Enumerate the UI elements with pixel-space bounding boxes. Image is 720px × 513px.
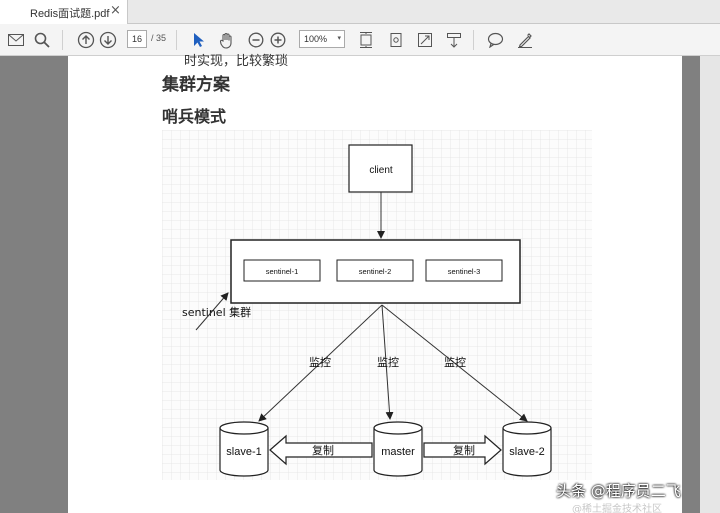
full-screen-icon[interactable] [413,28,437,52]
comment-icon[interactable] [483,28,507,52]
search-icon[interactable] [30,28,54,52]
sentinel-2-label: sentinel-2 [359,267,392,276]
toolbar-divider [176,30,177,50]
tab-title: Redis面试题.pdf [30,8,110,20]
slave-2-label: slave-2 [509,446,544,458]
watermark: 头条 @程序员二飞 [556,482,681,500]
page-total: / 35 [151,33,167,43]
fit-page-icon[interactable] [354,28,378,52]
client-label: client [369,165,393,176]
tab-bar: Redis面试题.pdf × [0,0,720,24]
document-tab[interactable]: Redis面试题.pdf × [0,0,128,24]
sentinel-3-label: sentinel-3 [448,267,481,276]
zoom-out-icon[interactable] [244,28,268,52]
monitor-label-center: 监控 [377,355,399,369]
slave-1-label: slave-1 [226,446,261,458]
monitor-label-right: 监控 [444,355,466,369]
sentinel-1-label: sentinel-1 [266,267,299,276]
email-icon[interactable] [4,28,28,52]
cut-off-text-line: 时实现，比较繁琐 [184,54,289,69]
hand-tool-icon[interactable] [215,28,239,52]
next-page-icon[interactable] [96,28,120,52]
toolbar-divider [473,30,474,50]
heading-cluster-scheme: 集群方案 [162,75,230,95]
zoom-in-icon[interactable] [266,28,290,52]
download-icon[interactable] [442,28,466,52]
sentinel-cluster-label: sentinel 集群 [182,305,251,319]
master-label: master [381,446,415,458]
rotate-page-icon[interactable] [384,28,408,52]
close-icon[interactable]: × [110,3,121,18]
zoom-select[interactable]: 100% ▾ [299,30,345,48]
replicate-label-right: 复制 [453,443,475,457]
scrollbar[interactable] [700,56,720,513]
zoom-value: 100% [304,34,328,44]
replicate-label-left: 复制 [312,443,334,457]
page-number-input[interactable]: 16 [127,30,147,48]
toolbar-divider [62,30,63,50]
previous-page-icon[interactable] [74,28,98,52]
chevron-down-icon: ▾ [337,35,341,42]
monitor-label-left: 监控 [309,355,331,369]
pen-icon[interactable] [513,28,537,52]
heading-sentinel-mode: 哨兵模式 [162,107,227,126]
sentinel-diagram: client sentinel-1 sentinel-2 sentinel-3 … [162,130,592,480]
watermark-faint: @稀土掘金技术社区 [572,504,662,513]
select-cursor-icon[interactable] [187,28,211,52]
